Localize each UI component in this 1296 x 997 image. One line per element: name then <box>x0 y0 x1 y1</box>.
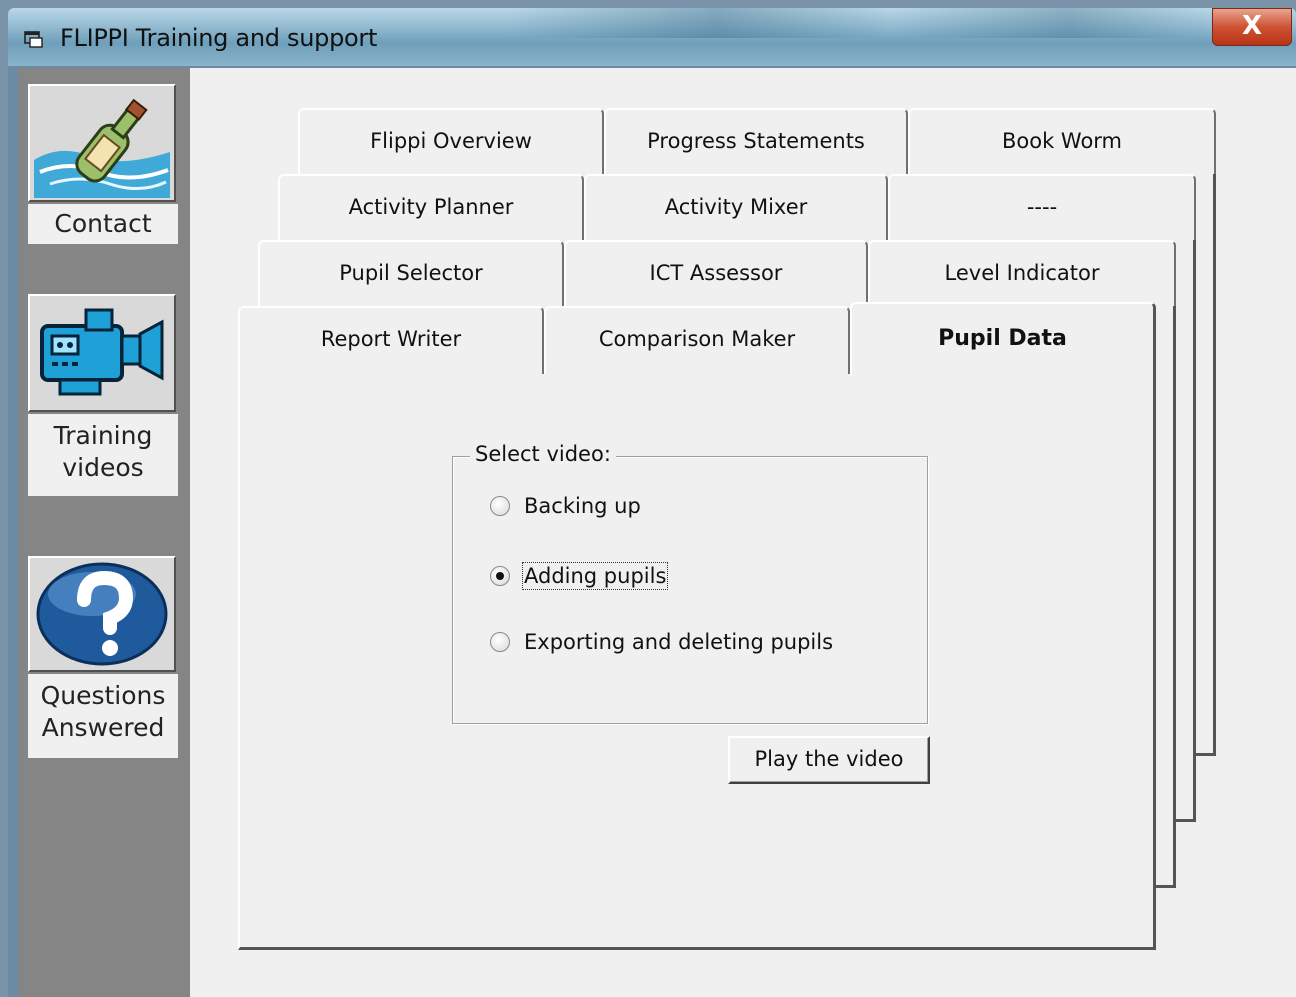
tab-progress-statements[interactable]: Progress Statements <box>604 108 908 174</box>
training-videos-label[interactable]: Training videos <box>28 414 178 496</box>
radio-label[interactable]: Adding pupils <box>521 562 669 590</box>
radio-exporting-deleting-pupils[interactable]: Exporting and deleting pupils <box>490 626 833 658</box>
radio-button-icon[interactable] <box>490 496 510 516</box>
questions-answered-button[interactable] <box>28 556 176 672</box>
tab-blank[interactable]: ---- <box>888 174 1196 240</box>
radio-button-icon[interactable] <box>490 632 510 652</box>
tab-flippi-overview[interactable]: Flippi Overview <box>298 108 604 174</box>
tab-activity-mixer[interactable]: Activity Mixer <box>584 174 888 240</box>
question-mark-icon <box>30 558 174 670</box>
tab-comparison-maker[interactable]: Comparison Maker <box>544 306 850 374</box>
tab-pupil-data[interactable]: Pupil Data <box>850 302 1156 376</box>
questions-answered-label[interactable]: Questions Answered <box>28 674 178 758</box>
questions-answered-label-line2: Answered <box>41 713 165 742</box>
tab-report-writer[interactable]: Report Writer <box>238 306 544 374</box>
questions-answered-label-line1: Questions <box>40 681 166 710</box>
close-icon: X <box>1241 11 1263 41</box>
training-videos-label-line2: videos <box>62 453 144 482</box>
video-camera-icon <box>30 296 174 410</box>
training-videos-label-line1: Training <box>53 421 153 450</box>
app-window: FLIPPI Training and support X Contact Tr… <box>8 8 1296 997</box>
radio-adding-pupils[interactable]: Adding pupils <box>490 560 669 592</box>
radio-label[interactable]: Backing up <box>524 494 641 518</box>
sidebar: Contact Training videos Questions Answer… <box>18 68 190 997</box>
tab-pupil-selector[interactable]: Pupil Selector <box>258 240 564 306</box>
close-button[interactable]: X <box>1212 8 1292 46</box>
window-title: FLIPPI Training and support <box>60 24 378 52</box>
tab-book-worm[interactable]: Book Worm <box>908 108 1216 174</box>
radio-label[interactable]: Exporting and deleting pupils <box>524 630 833 654</box>
radio-backing-up[interactable]: Backing up <box>490 490 641 522</box>
title-bar[interactable]: FLIPPI Training and support X <box>8 8 1296 66</box>
contact-label[interactable]: Contact <box>28 204 178 244</box>
tab-ict-assessor[interactable]: ICT Assessor <box>564 240 868 306</box>
client-area: Contact Training videos Questions Answer… <box>18 68 1296 997</box>
app-window-icon <box>24 31 43 48</box>
select-video-legend: Select video: <box>470 442 616 466</box>
training-videos-button[interactable] <box>28 294 176 412</box>
contact-button[interactable] <box>28 84 176 202</box>
radio-button-checked-icon[interactable] <box>490 566 510 586</box>
tab-activity-planner[interactable]: Activity Planner <box>278 174 584 240</box>
tab-level-indicator[interactable]: Level Indicator <box>868 240 1176 306</box>
play-video-button[interactable]: Play the video <box>728 736 930 784</box>
message-bottle-icon <box>30 86 174 200</box>
